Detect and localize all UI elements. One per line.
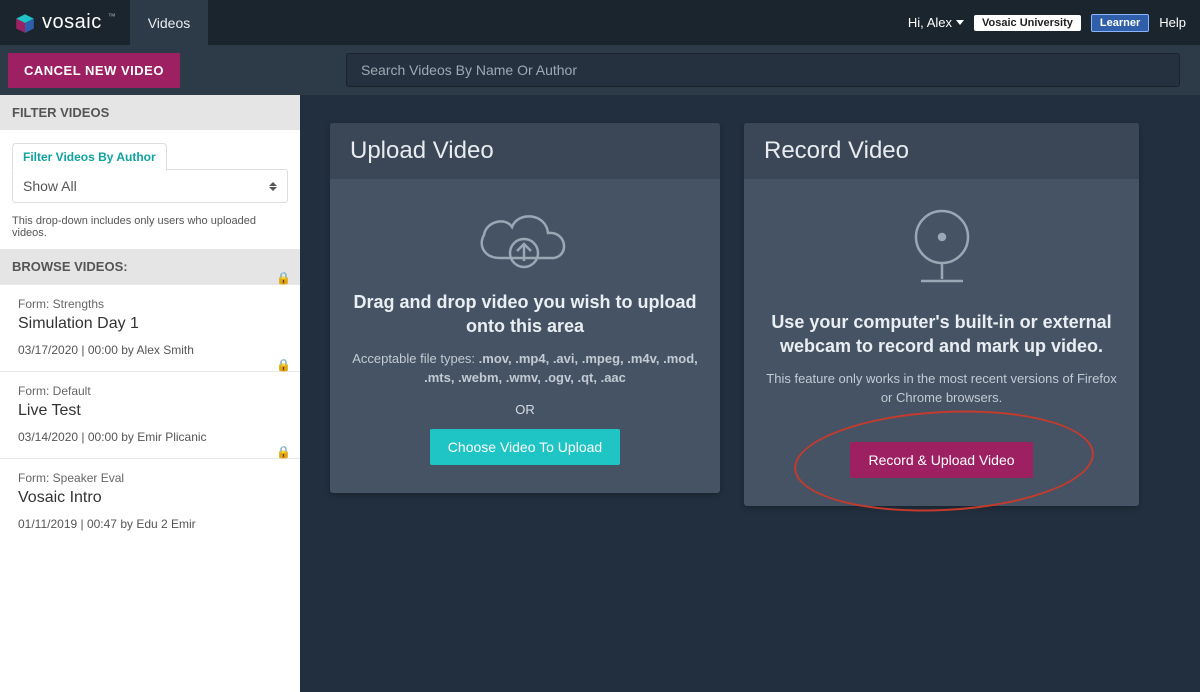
caret-down-icon (956, 20, 964, 25)
video-item[interactable]: 🔒 Form: Speaker Eval Vosaic Intro 01/11/… (0, 458, 300, 545)
record-upload-button[interactable]: Record & Upload Video (850, 442, 1032, 478)
brand[interactable]: vosaic ™ (0, 0, 130, 45)
search-container (346, 53, 1180, 87)
video-item[interactable]: 🔒 Form: Default Live Test 03/14/2020 | 0… (0, 371, 300, 458)
choose-video-button[interactable]: Choose Video To Upload (430, 429, 620, 465)
upload-card: Upload Video Drag and drop video you wis… (330, 123, 720, 493)
select-arrows-icon (269, 182, 277, 191)
topbar-right: Hi, Alex Vosaic University Learner Help (908, 14, 1200, 32)
upload-types-label: Acceptable file types: (352, 351, 478, 366)
action-bar: CANCEL NEW VIDEO (0, 45, 1200, 95)
video-meta: 03/14/2020 | 00:00 by Emir Plicanic (18, 430, 282, 444)
upload-or: OR (350, 402, 700, 417)
cancel-new-video-button[interactable]: CANCEL NEW VIDEO (8, 53, 180, 88)
role-badge[interactable]: Learner (1091, 14, 1149, 32)
upload-headline: Drag and drop video you wish to upload o… (350, 290, 700, 339)
filter-hint: This drop-down includes only users who u… (0, 215, 300, 249)
record-sub: This feature only works in the most rece… (764, 369, 1119, 408)
lock-icon: 🔒 (276, 358, 291, 372)
author-select[interactable]: Show All (12, 169, 288, 203)
lock-icon: 🔒 (276, 445, 291, 459)
content-row: FILTER VIDEOS Filter Videos By Author Sh… (0, 95, 1200, 692)
video-meta: 01/11/2019 | 00:47 by Edu 2 Emir (18, 517, 282, 531)
video-form: Form: Strengths (18, 297, 282, 311)
brand-text: vosaic (42, 11, 102, 34)
record-card: Record Video Use your computer's built-i… (744, 123, 1139, 506)
video-form: Form: Speaker Eval (18, 471, 282, 485)
video-meta: 03/17/2020 | 00:00 by Alex Smith (18, 343, 282, 357)
trademark-icon: ™ (108, 12, 116, 21)
upload-card-title: Upload Video (330, 123, 720, 179)
video-form: Form: Default (18, 384, 282, 398)
tab-videos[interactable]: Videos (130, 0, 209, 45)
user-greeting: Hi, Alex (908, 15, 952, 30)
help-link[interactable]: Help (1159, 15, 1186, 30)
search-input[interactable] (346, 53, 1180, 87)
record-card-body: Use your computer's built-in or external… (744, 179, 1139, 506)
filter-block: Filter Videos By Author Show All (0, 130, 300, 215)
lock-icon: 🔒 (276, 271, 291, 285)
record-headline: Use your computer's built-in or external… (764, 310, 1119, 359)
webcam-icon (897, 203, 987, 293)
author-select-value: Show All (23, 178, 77, 194)
cloud-upload-icon (470, 203, 580, 273)
video-title: Live Test (18, 402, 282, 420)
filter-tab-author[interactable]: Filter Videos By Author (12, 143, 167, 171)
brand-logo-icon (14, 12, 36, 34)
top-bar: vosaic ™ Videos Hi, Alex Vosaic Universi… (0, 0, 1200, 45)
browse-heading: BROWSE VIDEOS: (0, 249, 300, 284)
video-title: Vosaic Intro (18, 489, 282, 507)
video-title: Simulation Day 1 (18, 315, 282, 333)
video-item[interactable]: 🔒 Form: Strengths Simulation Day 1 03/17… (0, 284, 300, 371)
upload-card-body[interactable]: Drag and drop video you wish to upload o… (330, 179, 720, 493)
university-badge[interactable]: Vosaic University (974, 15, 1081, 31)
user-menu[interactable]: Hi, Alex (908, 15, 964, 30)
filter-heading: FILTER VIDEOS (0, 95, 300, 130)
record-card-title: Record Video (744, 123, 1139, 179)
main-panel: Upload Video Drag and drop video you wis… (300, 95, 1200, 692)
sidebar: FILTER VIDEOS Filter Videos By Author Sh… (0, 95, 300, 692)
upload-filetypes: Acceptable file types: .mov, .mp4, .avi,… (350, 349, 700, 388)
video-list: 🔒 Form: Strengths Simulation Day 1 03/17… (0, 284, 300, 692)
